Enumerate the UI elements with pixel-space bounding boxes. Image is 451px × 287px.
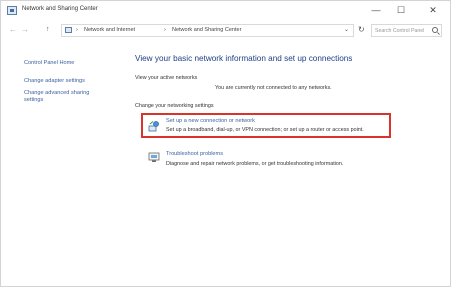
address-dropdown-icon[interactable]: ⌄ (344, 26, 349, 33)
maximize-button[interactable]: ☐ (389, 3, 413, 18)
change-settings-heading: Change your networking settings (135, 103, 214, 109)
control-panel-icon (65, 27, 72, 33)
close-button[interactable]: ✕ (421, 3, 445, 18)
up-button[interactable]: ↑ (46, 24, 50, 36)
sidebar: Control Panel Home Change adapter settin… (1, 40, 113, 286)
sidebar-item-adapter-settings[interactable]: Change adapter settings (24, 78, 85, 85)
sidebar-item-control-panel-home[interactable]: Control Panel Home (24, 60, 74, 67)
search-input[interactable]: Search Control Panel (371, 24, 442, 37)
main-content: View your basic network information and … (113, 40, 450, 286)
address-bar[interactable]: › Network and Internet › Network and Sha… (61, 24, 354, 37)
breadcrumb-network-internet[interactable]: Network and Internet (84, 27, 135, 33)
troubleshoot-link[interactable]: Troubleshoot problems (166, 151, 223, 157)
forward-button[interactable]: → (21, 24, 29, 36)
connection-status-text: You are currently not connected to any n… (215, 85, 332, 91)
search-icon (432, 27, 438, 33)
sidebar-item-advanced-sharing[interactable]: Change advanced sharing (24, 90, 89, 97)
breadcrumb-network-sharing-center[interactable]: Network and Sharing Center (172, 27, 241, 33)
page-title: View your basic network information and … (135, 54, 353, 63)
breadcrumb-separator: › (164, 27, 166, 33)
title-bar: Network and Sharing Center — ☐ ✕ (1, 1, 450, 21)
network-sharing-center-window: Network and Sharing Center — ☐ ✕ ← → ↑ ›… (0, 0, 451, 287)
back-button[interactable]: ← (9, 24, 17, 36)
navigation-bar: ← → ↑ › Network and Internet › Network a… (1, 21, 450, 40)
troubleshoot-description: Diagnose and repair network problems, or… (166, 161, 344, 167)
troubleshoot-icon (148, 152, 160, 162)
setup-connection-link[interactable]: Set up a new connection or network (166, 118, 255, 124)
sidebar-item-advanced-sharing-line2[interactable]: settings (24, 97, 43, 104)
setup-connection-description: Set up a broadband, dial-up, or VPN conn… (166, 127, 364, 133)
refresh-button[interactable]: ↻ (358, 25, 365, 35)
breadcrumb-separator: › (76, 27, 78, 33)
highlight-box (141, 113, 391, 138)
network-setup-icon (148, 121, 159, 132)
minimize-button[interactable]: — (364, 3, 388, 18)
network-app-icon (7, 6, 17, 15)
active-networks-heading: View your active networks (135, 75, 198, 81)
search-placeholder: Search Control Panel (375, 28, 425, 34)
window-title: Network and Sharing Center (22, 6, 98, 12)
